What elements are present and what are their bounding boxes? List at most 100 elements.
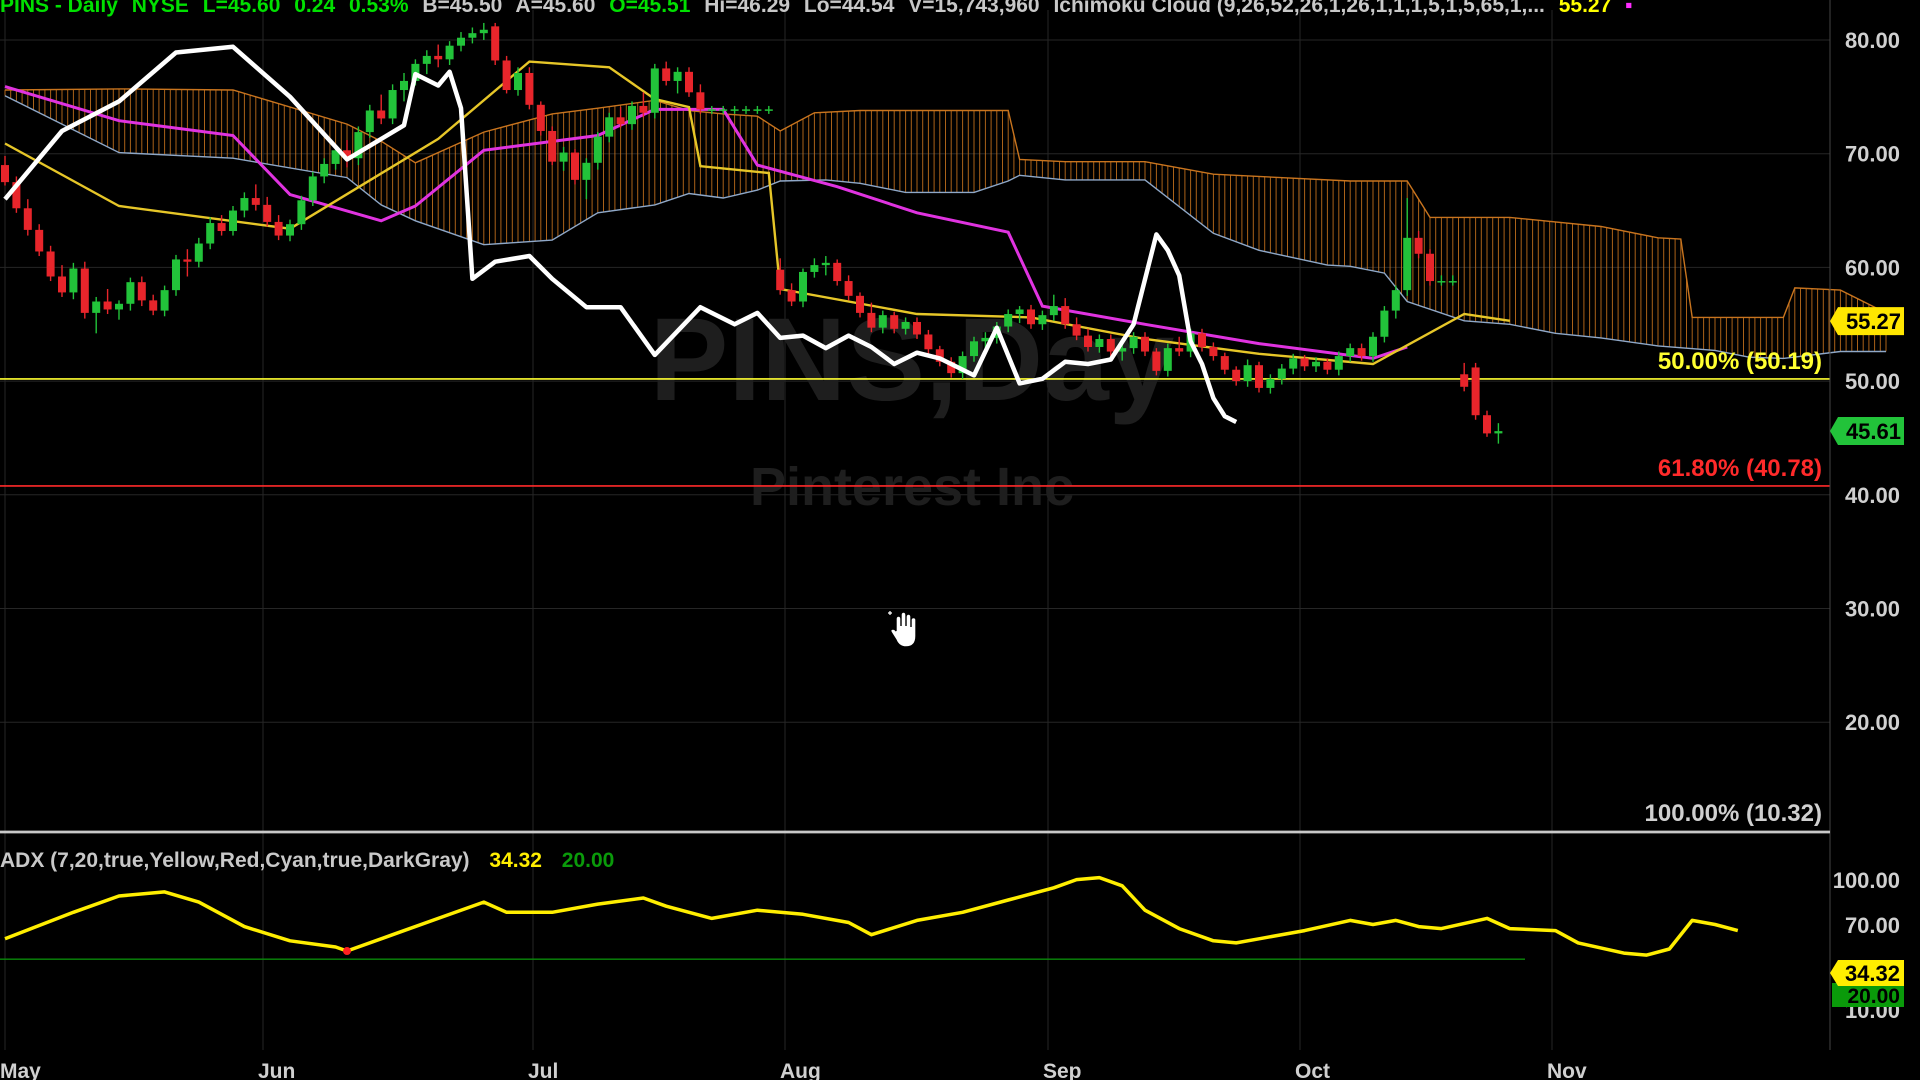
- adx-header: ADX (7,20,true,Yellow,Red,Cyan,true,Dark…: [0, 849, 628, 873]
- candle-body: [593, 136, 602, 163]
- candle-body: [1300, 358, 1309, 367]
- candle: [571, 149, 579, 185]
- header-low: Lo=44.54: [803, 0, 895, 17]
- header-ask: A=45.60: [515, 0, 596, 17]
- candle-body: [514, 72, 522, 91]
- price-chart[interactable]: PINS,DayPinterest Inc50.00% (50.19)61.80…: [0, 0, 1920, 1080]
- price-tick-label: 60.00: [1845, 255, 1900, 280]
- candle: [1, 155, 9, 186]
- candle: [810, 258, 819, 278]
- candle: [1220, 352, 1229, 375]
- adx-threshold-tag-text: 20.00: [1847, 985, 1900, 1008]
- header-volume: V=15,743,960: [908, 0, 1040, 17]
- adx-value-tag: 34.32: [1830, 960, 1904, 986]
- adx-value: 34.32: [489, 849, 542, 872]
- candle-body: [1312, 361, 1320, 367]
- candle: [457, 32, 465, 52]
- candle: [1209, 342, 1218, 361]
- candle: [229, 206, 237, 236]
- candle-body: [1220, 356, 1229, 370]
- candle-body: [1426, 253, 1434, 282]
- month-label: Jun: [258, 1060, 295, 1080]
- candle-body: [536, 104, 545, 131]
- candle-body: [696, 92, 705, 110]
- candle-body: [115, 303, 123, 310]
- header-bid: B=45.50: [422, 0, 503, 17]
- candle-body: [764, 109, 773, 111]
- candle-body: [308, 176, 317, 201]
- candle: [1471, 362, 1480, 420]
- header-symbol: PINS - Daily: [0, 0, 118, 17]
- candle-body: [103, 301, 112, 310]
- candle: [1175, 336, 1184, 357]
- candle-body: [1, 165, 9, 183]
- candle: [742, 105, 750, 114]
- candle-body: [160, 290, 169, 311]
- candle-body: [251, 198, 260, 205]
- candle-body: [1072, 324, 1081, 336]
- fib-label-0: 50.00% (50.19): [1658, 348, 1822, 375]
- candle: [1414, 231, 1423, 259]
- candle-body: [1471, 367, 1480, 416]
- candle: [1391, 285, 1400, 319]
- candle: [1243, 359, 1252, 387]
- candle-body: [491, 26, 500, 61]
- candle-body: [137, 282, 146, 301]
- candle-body: [1380, 310, 1389, 337]
- adx-title: ADX (7,20,true,Yellow,Red,Cyan,true,Dark…: [0, 849, 470, 872]
- candle: [1232, 366, 1241, 386]
- candle: [833, 259, 842, 286]
- adx-threshold-tag: 20.00: [1832, 983, 1904, 1008]
- candle-body: [58, 276, 66, 293]
- candle-body: [1266, 378, 1275, 388]
- candle-body: [502, 60, 511, 91]
- candle-body: [92, 301, 101, 313]
- candle: [1380, 306, 1389, 343]
- candle-body: [1277, 368, 1286, 379]
- candle-body: [1038, 315, 1047, 325]
- candle-body: [1129, 336, 1138, 349]
- candle: [274, 215, 283, 241]
- candle-body: [457, 37, 465, 46]
- price-tick-label: 20.00: [1845, 710, 1900, 735]
- header-change-pct: 0.53%: [348, 0, 409, 17]
- candle: [548, 126, 557, 166]
- month-label: Sep: [1043, 1060, 1082, 1080]
- candle-body: [1175, 348, 1184, 352]
- candle-body: [69, 268, 78, 293]
- fib-label-1: 61.80% (40.78): [1658, 455, 1822, 482]
- candle-body: [1004, 314, 1013, 327]
- candle: [183, 249, 192, 277]
- candle: [160, 285, 169, 317]
- candle-body: [628, 105, 636, 125]
- candle-body: [1163, 348, 1172, 371]
- tenkan-price-tag: 55.27: [1830, 307, 1904, 336]
- candle-body: [673, 71, 682, 81]
- candle-body: [468, 33, 477, 38]
- candle: [23, 199, 32, 236]
- hand-cursor-icon: [888, 611, 917, 648]
- watermark-company: Pinterest Inc: [750, 457, 1074, 517]
- candle-body: [605, 117, 614, 137]
- candle-body: [217, 223, 226, 232]
- candle: [365, 104, 374, 138]
- candle-body: [787, 290, 796, 302]
- candle: [582, 158, 591, 200]
- month-label: Aug: [780, 1060, 821, 1080]
- candle-body: [1027, 309, 1035, 325]
- candle: [1437, 275, 1446, 286]
- candle-body: [970, 341, 978, 357]
- price-tick-label: 30.00: [1845, 597, 1900, 622]
- candle: [80, 261, 89, 319]
- candle: [821, 256, 830, 276]
- candle: [491, 22, 500, 66]
- header-study-value: 55.27: [1558, 0, 1612, 17]
- candle-body: [924, 334, 933, 350]
- month-label: Jul: [528, 1060, 558, 1080]
- price-tick-label: 80.00: [1845, 28, 1900, 53]
- candle-body: [479, 29, 488, 34]
- candle: [400, 72, 408, 102]
- candle: [1346, 343, 1355, 362]
- candle: [434, 44, 443, 68]
- header-change: 0.24: [294, 0, 336, 17]
